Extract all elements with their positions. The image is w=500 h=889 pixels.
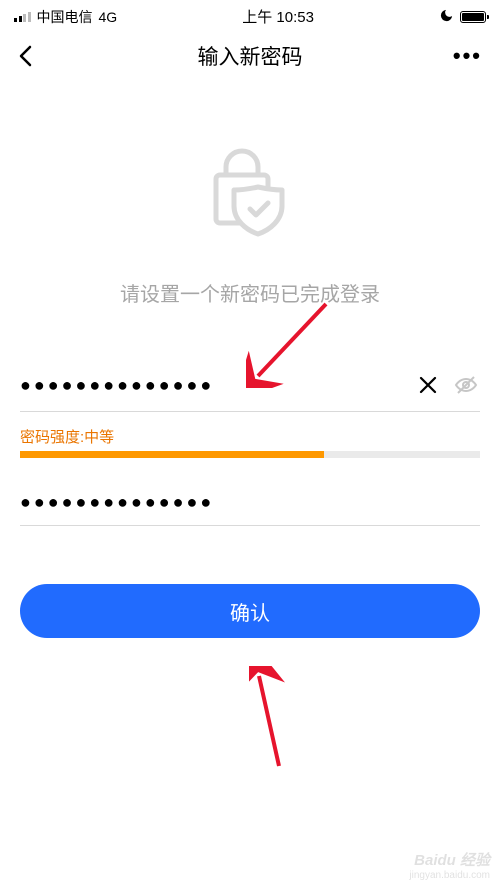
watermark: Baidu 经验 jingyan.baidu.com <box>409 852 490 881</box>
annotation-arrow-2 <box>249 666 319 776</box>
network-label: 4G <box>99 9 118 25</box>
carrier-label: 中国电信 <box>37 7 93 27</box>
status-right <box>439 8 486 26</box>
strength-fill <box>20 451 324 458</box>
password-field-2 <box>20 480 480 526</box>
password-form: 密码强度:中等 <box>0 359 500 526</box>
toggle-visibility-button[interactable] <box>452 371 480 399</box>
dnd-icon <box>439 8 454 26</box>
status-left: 中国电信 4G <box>14 7 117 27</box>
subtitle: 请设置一个新密码已完成登录 <box>0 278 500 307</box>
clear-button[interactable] <box>414 371 442 399</box>
lock-illustration <box>0 143 500 244</box>
strength-bar <box>20 451 480 458</box>
nav-bar: 输入新密码 ••• <box>0 31 500 83</box>
status-time: 上午 10:53 <box>242 6 314 27</box>
password-input-1[interactable] <box>20 375 404 396</box>
password-input-2[interactable] <box>20 492 480 513</box>
confirm-button[interactable]: 确认 <box>20 584 480 638</box>
signal-icon <box>14 12 31 22</box>
password-strength: 密码强度:中等 <box>20 426 480 458</box>
eye-off-icon <box>454 373 478 397</box>
watermark-sub: jingyan.baidu.com <box>409 870 490 882</box>
back-button[interactable] <box>18 41 48 71</box>
watermark-main: Baidu 经验 <box>409 852 490 869</box>
strength-label: 密码强度:中等 <box>20 426 480 447</box>
page-title: 输入新密码 <box>48 41 452 71</box>
lock-shield-icon <box>200 143 300 239</box>
chevron-left-icon <box>18 45 32 67</box>
more-button[interactable]: ••• <box>452 43 482 69</box>
status-bar: 中国电信 4G 上午 10:53 <box>0 0 500 31</box>
battery-icon <box>460 11 486 23</box>
password-field-1 <box>20 359 480 412</box>
close-icon <box>418 375 438 395</box>
